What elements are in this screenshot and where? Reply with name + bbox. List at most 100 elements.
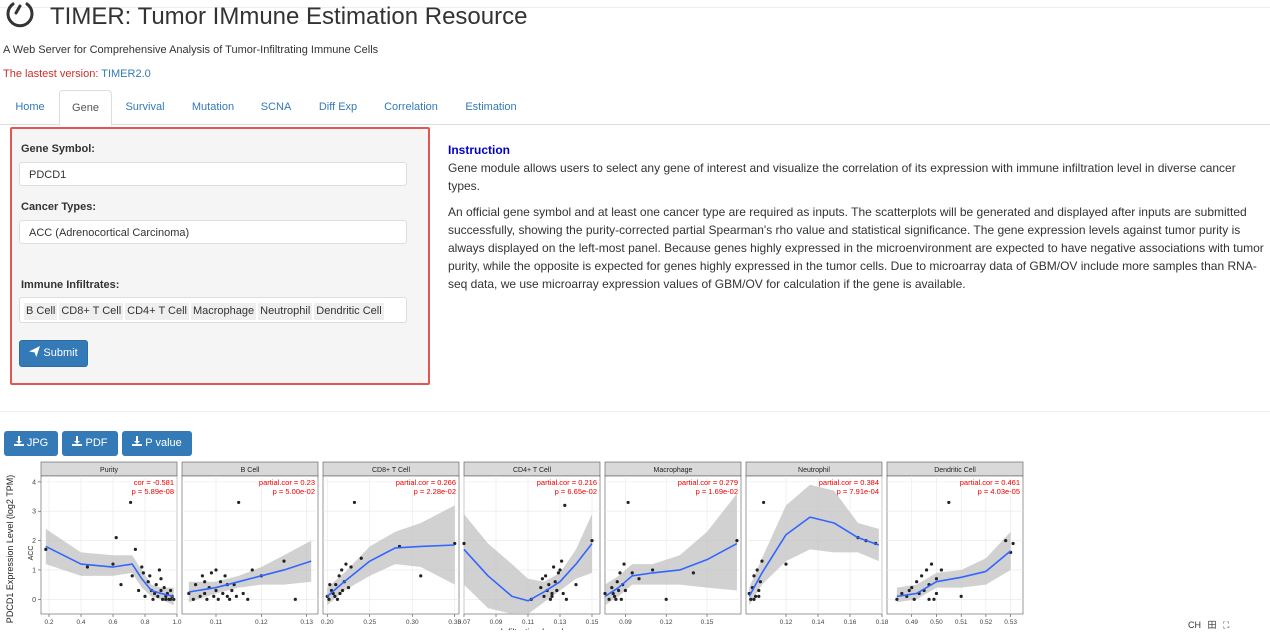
x-tick-label: 0.30	[406, 619, 419, 626]
data-point	[352, 500, 357, 505]
data-point	[542, 594, 546, 598]
data-point	[162, 585, 166, 590]
data-point	[154, 583, 158, 587]
data-point	[934, 591, 939, 596]
row-label: ACC	[28, 546, 35, 561]
data-point	[907, 588, 911, 593]
data-point	[130, 574, 134, 578]
tab-survival[interactable]: Survival	[116, 90, 174, 123]
data-point	[612, 594, 617, 598]
data-point	[335, 597, 340, 601]
x-tick-label: 0.11	[210, 619, 223, 626]
p-value-stat: p = 4.03e-05	[978, 487, 1020, 496]
x-tick-label: 0.12	[780, 619, 793, 626]
data-point	[194, 583, 198, 587]
data-point	[156, 594, 160, 598]
data-point	[1004, 538, 1008, 543]
data-point	[333, 594, 337, 598]
data-point	[757, 588, 761, 593]
data-point	[250, 568, 254, 572]
data-point	[119, 583, 123, 587]
p-value-stat: p = 1.69e-02	[696, 487, 738, 496]
data-point	[111, 562, 115, 566]
instruction-line: purity, while the opposite is expected f…	[448, 259, 1257, 273]
data-point	[141, 571, 145, 575]
correlation-stat: partial.cor = 0.23	[259, 478, 315, 487]
version-notice: The lastest version: TIMER2.0	[3, 68, 151, 80]
x-tick-label: 0.07	[458, 619, 471, 626]
chip-cd8-t-cell[interactable]: CD8+ T Cell	[59, 303, 124, 320]
correlation-stat: partial.cor = 0.461	[960, 478, 1020, 487]
send-icon	[29, 346, 41, 357]
tab-estimation[interactable]: Estimation	[455, 90, 527, 123]
data-point	[228, 597, 232, 601]
chip-macrophage[interactable]: Macrophage	[190, 303, 257, 320]
download-jpg-button[interactable]: JPG	[4, 431, 58, 456]
data-point	[548, 597, 553, 601]
x-tick-label: 0.16	[844, 619, 857, 626]
immune-infiltrates-select[interactable]: B Cell CD8+ T Cell CD4+ T Cell Macrophage Ne…	[19, 297, 407, 323]
timer2-link[interactable]: TIMER2.0	[101, 68, 151, 80]
data-point	[619, 597, 623, 601]
download-pdf-label: PDF	[85, 437, 108, 449]
data-point	[758, 580, 763, 584]
data-point	[664, 597, 668, 601]
p-value-stat: p = 2.28e-02	[414, 487, 456, 496]
data-point	[209, 571, 214, 575]
data-point	[553, 580, 557, 584]
scatter-plot-figure: PDCD1 Expression Level (log2 TPM) ACC 0 1 2 3…	[5, 461, 1024, 630]
data-point	[143, 594, 147, 598]
data-point	[564, 597, 569, 601]
section-divider	[0, 411, 1270, 412]
version-prefix: The lastest version:	[3, 68, 102, 80]
p-value-stat: p = 5.00e-02	[273, 487, 315, 496]
data-point	[617, 588, 621, 593]
x-axis-label: Infiltration Level	[500, 627, 563, 630]
data-point	[590, 538, 594, 543]
data-point	[203, 580, 207, 584]
gene-symbol-input[interactable]: PDCD1	[19, 162, 407, 186]
data-point	[340, 568, 344, 572]
data-point	[651, 568, 655, 572]
facet-title: Neutrophil	[798, 467, 830, 474]
nav-tabs: Home Gene Survival Mutation SCNA Diff Ex…	[0, 90, 1270, 126]
data-point	[900, 591, 904, 596]
x-tick-label: 0.12	[660, 619, 673, 626]
download-icon	[132, 436, 143, 446]
tab-scna[interactable]: SCNA	[252, 90, 300, 123]
data-point	[934, 577, 939, 581]
data-point	[159, 588, 163, 593]
data-point	[344, 562, 348, 566]
data-point	[146, 580, 150, 584]
chip-dendritic-cell[interactable]: Dendritic Cell	[314, 303, 384, 320]
data-point	[755, 568, 759, 572]
chip-b-cell[interactable]: B Cell	[24, 303, 58, 320]
correlation-stat: partial.cor = 0.384	[819, 478, 879, 487]
data-point	[556, 571, 561, 575]
data-point	[214, 568, 218, 572]
tab-gene[interactable]: Gene	[59, 90, 112, 126]
chip-cd4-t-cell[interactable]: CD4+ T Cell	[125, 303, 189, 320]
data-point	[349, 565, 353, 569]
cancer-types-select[interactable]: ACC (Adrenocortical Carcinoma)	[19, 220, 407, 244]
data-point	[114, 536, 118, 540]
data-point	[218, 580, 223, 584]
data-point	[614, 597, 618, 601]
x-tick-label: 0.51	[955, 619, 968, 626]
facet-title: Macrophage	[654, 467, 693, 474]
instruction-title: Instruction	[448, 143, 510, 157]
correlation-stat: partial.cor = 0.279	[678, 478, 738, 487]
tab-diff-exp[interactable]: Diff Exp	[309, 90, 367, 123]
tab-mutation[interactable]: Mutation	[183, 90, 243, 123]
data-point	[140, 565, 144, 569]
data-point	[337, 574, 341, 578]
app-subtitle: A Web Server for Comprehensive Analysis …	[3, 44, 379, 56]
submit-button[interactable]: Submit	[19, 340, 88, 367]
download-pvalue-button[interactable]: P value	[122, 431, 192, 456]
chip-neutrophil[interactable]: Neutrophil	[258, 303, 313, 320]
data-point	[939, 568, 944, 572]
tab-correlation[interactable]: Correlation	[375, 90, 447, 123]
download-pdf-button[interactable]: PDF	[62, 431, 118, 456]
data-point	[225, 594, 229, 598]
tab-home[interactable]: Home	[5, 90, 55, 123]
